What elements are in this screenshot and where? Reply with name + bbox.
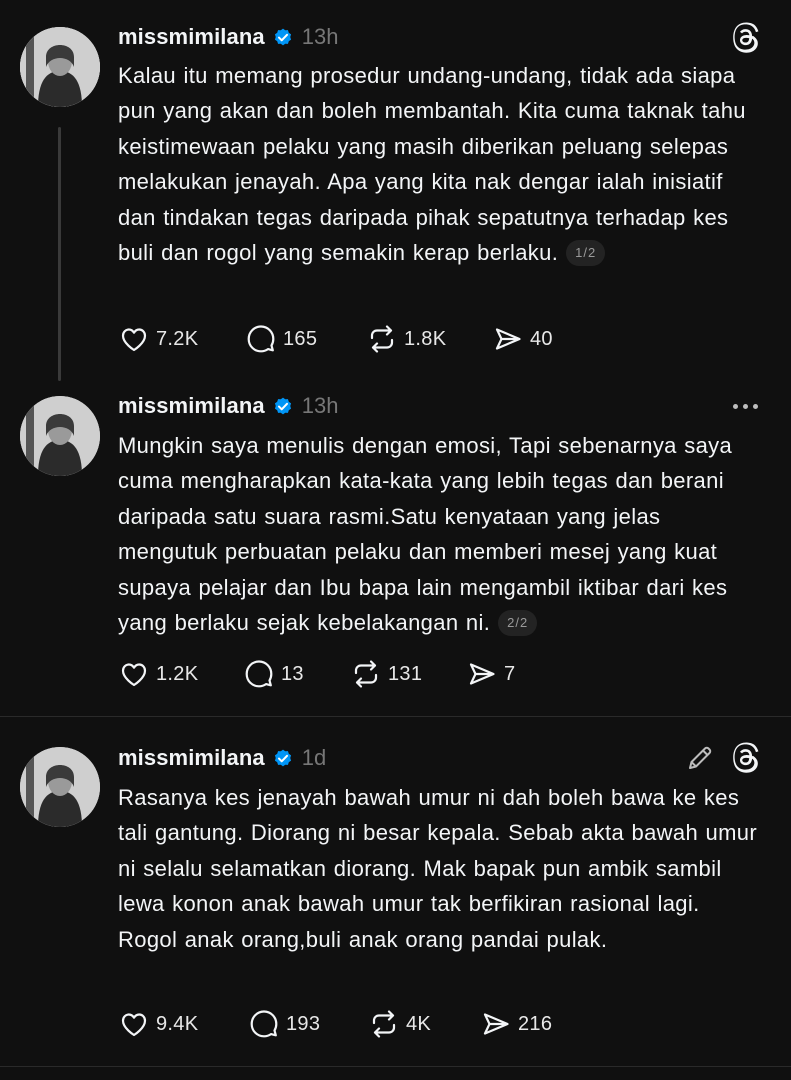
share-icon: [469, 663, 495, 685]
thread-pager: 2/2: [498, 610, 538, 637]
repost-icon: [370, 325, 394, 353]
repost-count: 4K: [406, 1012, 432, 1035]
repost-count: 1.8K: [404, 327, 447, 350]
reply-icon: [247, 325, 275, 353]
post-text-content: Mungkin saya menulis dengan emosi, Tapi …: [118, 433, 733, 636]
reply-icon: [250, 1010, 278, 1038]
username[interactable]: missmimilana: [118, 393, 265, 419]
like-button[interactable]: 7.2K: [118, 321, 198, 357]
post-divider: [0, 716, 791, 717]
post-text: Rasanya kes jenayah bawah umur ni dah bo…: [118, 780, 758, 957]
post-time: 1d: [301, 745, 327, 770]
reply-count: 13: [281, 662, 304, 685]
repost-icon: [372, 1010, 396, 1038]
post-time: 13h: [301, 393, 339, 418]
threads-icon[interactable]: [729, 21, 763, 55]
like-button[interactable]: 1.2K: [118, 656, 198, 692]
repost-count: 131: [388, 662, 423, 685]
verified-badge-icon: [272, 747, 294, 769]
more-icon[interactable]: [733, 401, 758, 411]
edit-icon[interactable]: [684, 742, 716, 774]
post-header: missmimilana 13h: [118, 22, 338, 52]
heart-icon: [121, 328, 147, 352]
avatar[interactable]: [20, 27, 100, 107]
post-divider: [0, 1066, 791, 1067]
reply-button[interactable]: 193: [248, 1006, 320, 1042]
reply-button[interactable]: 13: [243, 656, 304, 692]
repost-icon: [354, 660, 378, 688]
avatar[interactable]: [20, 747, 100, 827]
post-actions: 9.4K 193 4K 216: [118, 1006, 618, 1042]
post-text-content: Rasanya kes jenayah bawah umur ni dah bo…: [118, 785, 758, 952]
share-count: 40: [530, 327, 553, 350]
threads-icon[interactable]: [729, 741, 763, 775]
share-count: 7: [504, 662, 516, 685]
thread-pager: 1/2: [566, 240, 606, 267]
thread-connector-line: [58, 127, 61, 381]
post-text: Mungkin saya menulis dengan emosi, Tapi …: [118, 428, 758, 640]
heart-icon: [121, 663, 147, 687]
share-button[interactable]: 40: [492, 321, 553, 357]
share-icon: [495, 328, 521, 350]
reply-count: 193: [286, 1012, 321, 1035]
verified-badge-icon: [272, 26, 294, 48]
reply-button[interactable]: 165: [245, 321, 317, 357]
avatar[interactable]: [20, 396, 100, 476]
like-button[interactable]: 9.4K: [118, 1006, 198, 1042]
repost-button[interactable]: 1.8K: [366, 321, 446, 357]
post-header: missmimilana 1d: [118, 743, 326, 773]
post-actions: 7.2K 165 1.8K 40: [118, 321, 618, 357]
share-count: 216: [518, 1012, 553, 1035]
share-button[interactable]: 7: [466, 656, 515, 692]
username[interactable]: missmimilana: [118, 24, 265, 50]
post-time: 13h: [301, 24, 339, 49]
repost-button[interactable]: 131: [350, 656, 422, 692]
post-text: Kalau itu memang prosedur undang-undang,…: [118, 58, 758, 270]
like-count: 1.2K: [156, 662, 199, 685]
post-text-content: Kalau itu memang prosedur undang-undang,…: [118, 63, 746, 266]
share-button[interactable]: 216: [480, 1006, 552, 1042]
verified-badge-icon: [272, 395, 294, 417]
reply-count: 165: [283, 327, 318, 350]
heart-icon: [121, 1013, 147, 1037]
repost-button[interactable]: 4K: [368, 1006, 431, 1042]
like-count: 9.4K: [156, 1012, 199, 1035]
reply-icon: [245, 660, 273, 688]
like-count: 7.2K: [156, 327, 199, 350]
share-icon: [483, 1013, 509, 1035]
post-actions: 1.2K 13 131 7: [118, 656, 618, 692]
post-header: missmimilana 13h: [118, 391, 338, 421]
username[interactable]: missmimilana: [118, 745, 265, 771]
